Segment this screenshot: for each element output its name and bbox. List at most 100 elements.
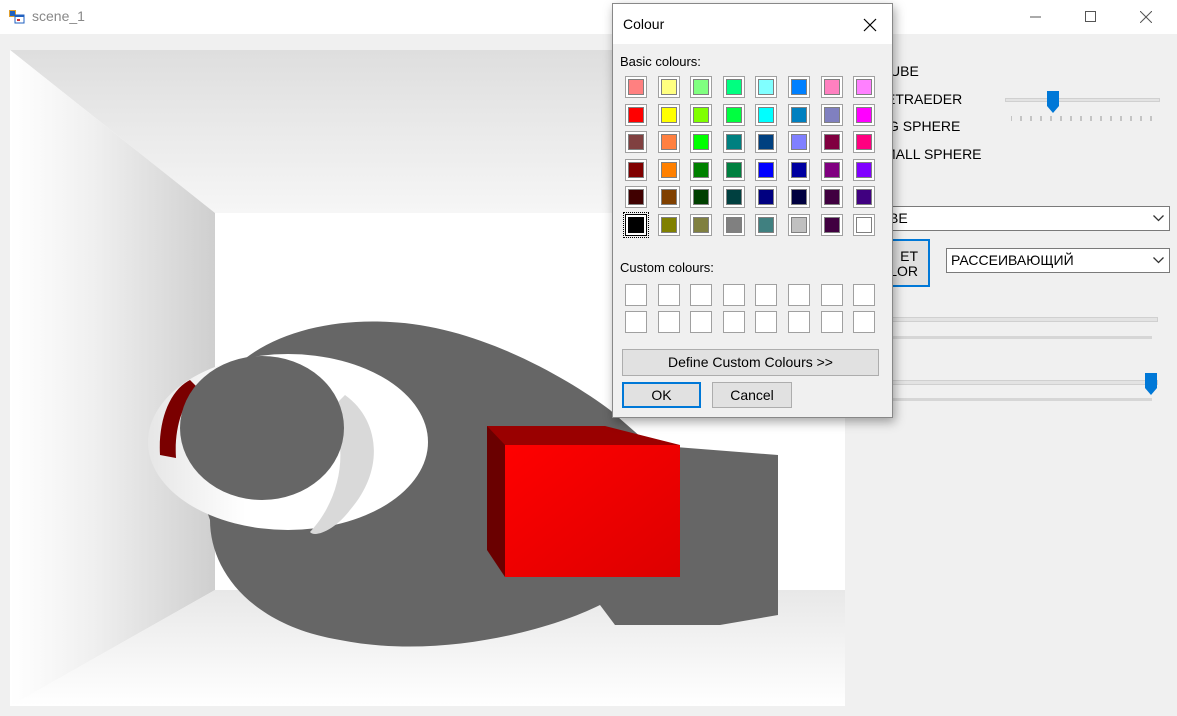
slider-3-thumb[interactable]	[1144, 372, 1158, 396]
close-window-button[interactable]	[1123, 0, 1169, 34]
cancel-button[interactable]: Cancel	[712, 382, 792, 408]
custom-colour-swatch[interactable]	[722, 284, 745, 306]
basic-colour-swatch[interactable]	[722, 158, 745, 181]
swatch-fill	[693, 134, 710, 151]
basic-colour-swatch[interactable]	[625, 103, 647, 126]
slider-2-track[interactable]	[884, 317, 1158, 322]
material-select[interactable]: РАССЕИВАЮЩИЙ	[946, 248, 1170, 273]
basic-colours-label: Basic colours:	[620, 54, 701, 69]
object-select[interactable]: BE	[884, 206, 1170, 231]
custom-colour-swatch[interactable]	[657, 284, 680, 306]
swatch-fill	[628, 134, 644, 151]
swatch-fill	[856, 106, 873, 123]
swatch-fill	[628, 189, 644, 206]
basic-colour-swatch[interactable]	[657, 103, 680, 126]
basic-colour-swatch[interactable]	[657, 186, 680, 209]
swatch-fill	[725, 79, 742, 95]
custom-colour-swatch[interactable]	[755, 311, 778, 333]
basic-colour-swatch[interactable]	[820, 213, 843, 236]
basic-colour-swatch[interactable]	[625, 158, 647, 181]
basic-colour-swatch[interactable]	[755, 158, 778, 181]
basic-colour-swatch[interactable]	[690, 213, 713, 236]
custom-colours-grid	[625, 284, 876, 333]
basic-colour-swatch[interactable]	[625, 131, 647, 154]
size-slider-track[interactable]	[1005, 98, 1160, 102]
basic-colour-swatch[interactable]	[625, 76, 647, 98]
custom-colour-swatch[interactable]	[690, 284, 713, 306]
basic-colour-swatch[interactable]	[820, 158, 843, 181]
basic-colour-swatch[interactable]	[787, 76, 810, 98]
define-custom-colours-button[interactable]: Define Custom Colours >>	[622, 349, 879, 376]
ok-button[interactable]: OK	[622, 382, 701, 408]
basic-colour-swatch[interactable]	[853, 186, 876, 209]
custom-colour-swatch[interactable]	[787, 284, 810, 306]
maximize-button[interactable]	[1068, 0, 1114, 34]
basic-colour-swatch[interactable]	[755, 213, 778, 236]
basic-colour-swatch[interactable]	[755, 103, 778, 126]
swatch-fill	[660, 134, 677, 151]
basic-colour-swatch[interactable]	[657, 213, 680, 236]
swatch-fill	[725, 216, 742, 233]
swatch-fill	[790, 216, 807, 233]
custom-colour-swatch[interactable]	[787, 311, 810, 333]
custom-colour-swatch[interactable]	[625, 311, 647, 333]
basic-colour-swatch[interactable]	[787, 103, 810, 126]
custom-colour-swatch[interactable]	[657, 311, 680, 333]
basic-colour-swatch[interactable]	[820, 131, 843, 154]
basic-colour-swatch[interactable]	[623, 211, 649, 238]
basic-colour-swatch[interactable]	[657, 158, 680, 181]
basic-colour-swatch[interactable]	[787, 158, 810, 181]
basic-colour-swatch[interactable]	[820, 186, 843, 209]
window-titlebar: scene_1	[0, 0, 1177, 34]
basic-colour-swatch[interactable]	[690, 103, 713, 126]
size-slider-ticks	[1011, 116, 1152, 121]
basic-colour-swatch[interactable]	[722, 103, 745, 126]
basic-colour-swatch[interactable]	[755, 186, 778, 209]
dialog-close-button[interactable]	[858, 15, 882, 35]
basic-colour-swatch[interactable]	[755, 76, 778, 98]
basic-colour-swatch[interactable]	[722, 186, 745, 209]
basic-colour-swatch[interactable]	[755, 131, 778, 154]
custom-colour-swatch[interactable]	[755, 284, 778, 306]
basic-colour-swatch[interactable]	[625, 186, 647, 209]
swatch-fill	[693, 161, 710, 178]
custom-colour-swatch[interactable]	[722, 311, 745, 333]
custom-colour-swatch[interactable]	[625, 284, 647, 306]
size-slider-thumb[interactable]	[1046, 90, 1060, 114]
custom-colour-swatch[interactable]	[853, 311, 876, 333]
radio-small-sphere-label[interactable]: MALL SPHERE	[884, 146, 982, 162]
custom-colour-swatch[interactable]	[820, 284, 843, 306]
swatch-fill	[660, 161, 677, 178]
swatch-fill	[628, 216, 644, 233]
minimize-button[interactable]	[1013, 0, 1059, 34]
swatch-fill	[628, 79, 644, 95]
basic-colour-swatch[interactable]	[820, 103, 843, 126]
custom-colour-swatch[interactable]	[820, 311, 843, 333]
basic-colour-swatch[interactable]	[787, 131, 810, 154]
basic-colour-swatch[interactable]	[722, 76, 745, 98]
swatch-fill	[823, 189, 840, 206]
basic-colour-swatch[interactable]	[722, 131, 745, 154]
radio-big-sphere-label[interactable]: G SPHERE	[888, 118, 960, 134]
radio-cube-label[interactable]: UBE	[890, 63, 919, 79]
basic-colour-swatch[interactable]	[853, 213, 876, 236]
basic-colour-swatch[interactable]	[853, 76, 876, 98]
basic-colour-swatch[interactable]	[722, 213, 745, 236]
basic-colour-swatch[interactable]	[690, 131, 713, 154]
basic-colour-swatch[interactable]	[690, 158, 713, 181]
swatch-fill	[660, 189, 677, 206]
custom-colour-swatch[interactable]	[690, 311, 713, 333]
basic-colour-swatch[interactable]	[853, 158, 876, 181]
basic-colour-swatch[interactable]	[853, 131, 876, 154]
basic-colour-swatch[interactable]	[690, 186, 713, 209]
custom-colour-swatch[interactable]	[853, 284, 876, 306]
basic-colour-swatch[interactable]	[690, 76, 713, 98]
slider-3-track[interactable]	[884, 380, 1158, 385]
radio-tetraeder-label[interactable]: ETRAEDER	[886, 91, 962, 107]
basic-colour-swatch[interactable]	[657, 76, 680, 98]
basic-colour-swatch[interactable]	[853, 103, 876, 126]
basic-colour-swatch[interactable]	[820, 76, 843, 98]
basic-colour-swatch[interactable]	[657, 131, 680, 154]
basic-colour-swatch[interactable]	[787, 186, 810, 209]
basic-colour-swatch[interactable]	[787, 213, 810, 236]
